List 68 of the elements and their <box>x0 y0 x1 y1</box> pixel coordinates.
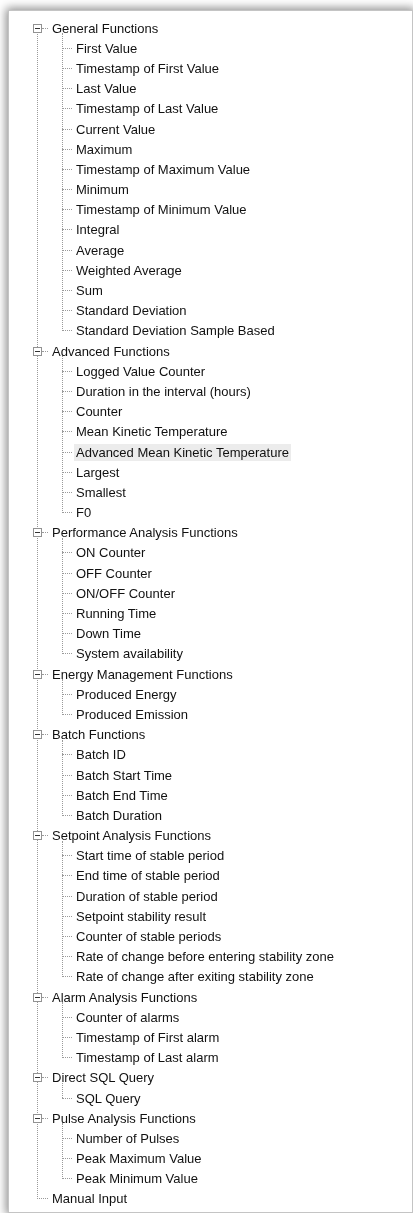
tree-item[interactable]: General Functions <box>50 19 161 37</box>
tree-item[interactable]: Pulse Analysis Functions <box>50 1109 198 1127</box>
tree-item[interactable]: Current Value <box>74 120 158 138</box>
collapse-icon[interactable] <box>33 23 42 33</box>
tree-item[interactable]: Smallest <box>74 483 128 501</box>
collapse-icon[interactable] <box>33 528 42 538</box>
collapse-icon[interactable] <box>33 1113 42 1123</box>
tree-item[interactable]: Timestamp of Last Value <box>74 100 221 118</box>
collapse-icon[interactable] <box>33 669 42 679</box>
tree-item[interactable]: Standard Deviation <box>74 302 189 320</box>
tree-item[interactable]: Energy Management Functions <box>50 665 235 683</box>
tree-item[interactable]: Weighted Average <box>74 261 184 279</box>
tree-item[interactable]: Alarm Analysis Functions <box>50 988 200 1006</box>
tree-item[interactable]: OFF Counter <box>74 564 154 582</box>
tree-item[interactable]: Produced Emission <box>74 705 190 723</box>
collapse-icon[interactable] <box>33 992 42 1002</box>
tree-item[interactable]: ON Counter <box>74 544 148 562</box>
tree-item[interactable]: Mean Kinetic Temperature <box>74 423 230 441</box>
tree-item[interactable]: Peak Maximum Value <box>74 1150 204 1168</box>
tree-item[interactable]: Down Time <box>74 625 144 643</box>
tree-item[interactable]: Peak Minimum Value <box>74 1170 200 1188</box>
tree-item[interactable]: ON/OFF Counter <box>74 584 177 602</box>
tree-item[interactable]: Standard Deviation Sample Based <box>74 322 277 340</box>
tree-item[interactable]: Duration of stable period <box>74 887 220 905</box>
tree-item[interactable]: Setpoint stability result <box>74 907 209 925</box>
tree-item[interactable]: Setpoint Analysis Functions <box>50 827 213 845</box>
tree-item[interactable]: Sum <box>74 282 105 300</box>
tree-item[interactable]: Manual Input <box>50 1190 130 1208</box>
tree-item[interactable]: Direct SQL Query <box>50 1069 157 1087</box>
tree-item[interactable]: First Value <box>74 39 140 57</box>
tree-item[interactable]: Counter of alarms <box>74 1008 182 1026</box>
tree-item[interactable]: SQL Query <box>74 1089 143 1107</box>
tree-item[interactable]: Advanced Mean Kinetic Temperature <box>74 443 291 461</box>
tree-item[interactable]: Duration in the interval (hours) <box>74 382 253 400</box>
tree-item[interactable]: Batch ID <box>74 746 128 764</box>
tree-item[interactable]: Rate of change after exiting stability zone <box>74 968 316 986</box>
tree-item[interactable]: Number of Pulses <box>74 1129 182 1147</box>
tree-item[interactable]: F0 <box>74 504 94 522</box>
tree-item[interactable]: Timestamp of First Value <box>74 59 222 77</box>
tree-item[interactable]: Largest <box>74 463 122 481</box>
tree-item[interactable]: Timestamp of Maximum Value <box>74 160 253 178</box>
tree-item[interactable]: Batch Functions <box>50 726 148 744</box>
tree-item[interactable]: Minimum <box>74 181 131 199</box>
tree-item[interactable]: Batch Duration <box>74 806 164 824</box>
tree-item[interactable]: Batch End Time <box>74 786 170 804</box>
tree-item[interactable]: Running Time <box>74 605 159 623</box>
tree-item[interactable]: Timestamp of First alarm <box>74 1028 222 1046</box>
collapse-icon[interactable] <box>33 831 42 841</box>
tree-item[interactable]: Maximum <box>74 140 135 158</box>
tree-item[interactable]: End time of stable period <box>74 867 222 885</box>
tree-item[interactable]: Last Value <box>74 80 139 98</box>
collapse-icon[interactable] <box>33 346 42 356</box>
tree-item[interactable]: Average <box>74 241 127 259</box>
tree-item[interactable]: Start time of stable period <box>74 847 227 865</box>
tree-item[interactable]: System availability <box>74 645 185 663</box>
collapse-icon[interactable] <box>33 1073 42 1083</box>
tree-item[interactable]: Produced Energy <box>74 685 179 703</box>
collapse-icon[interactable] <box>33 730 42 740</box>
tree-item[interactable]: Integral <box>74 221 122 239</box>
tree-item[interactable]: Performance Analysis Functions <box>50 524 240 542</box>
tree-item[interactable]: Batch Start Time <box>74 766 175 784</box>
tree-item[interactable]: Counter of stable periods <box>74 928 224 946</box>
tree-item[interactable]: Advanced Functions <box>50 342 172 360</box>
tree-item[interactable]: Rate of change before entering stability zone <box>74 948 336 966</box>
tree-item[interactable]: Timestamp of Minimum Value <box>74 201 249 219</box>
tree-item[interactable]: Timestamp of Last alarm <box>74 1049 221 1067</box>
tree-item[interactable]: Logged Value Counter <box>74 362 208 380</box>
tree-item[interactable]: Counter <box>74 403 125 421</box>
